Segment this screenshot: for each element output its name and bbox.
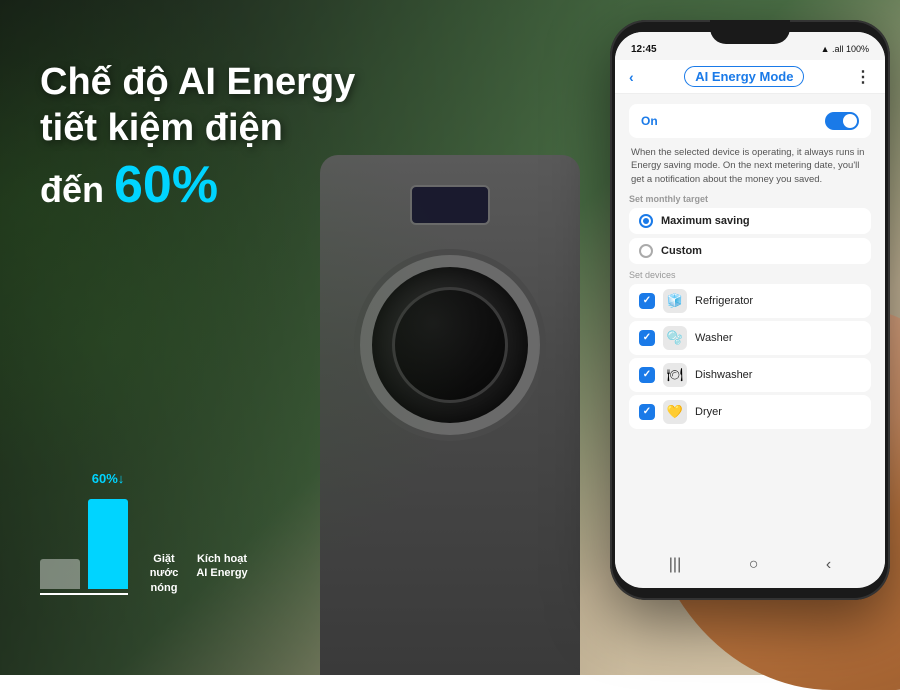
label-dishwasher: Dishwasher: [695, 369, 752, 381]
title-line1: Chế độ AI Energy: [40, 60, 355, 106]
option-max-saving[interactable]: Maximum saving: [629, 208, 871, 234]
phone-notch: [710, 20, 790, 44]
hero-text: Chế độ AI Energy tiết kiệm điện đến 60%: [40, 60, 355, 215]
phone-nav-bar: ||| ○ ‹: [615, 550, 885, 580]
bar-chart: 60%↓ Giặt nước nóng Kích hoạt AI Energy: [40, 475, 248, 595]
chart-label-1: Giặt nước nóng: [140, 552, 188, 595]
label-dryer: Dryer: [695, 406, 722, 418]
washer-screen: [410, 185, 490, 225]
menu-button[interactable]: ⋮: [855, 67, 871, 87]
nav-menu-icon[interactable]: |||: [669, 556, 681, 574]
radio-max-saving: [639, 214, 653, 228]
saving-percent: 60%: [114, 156, 218, 214]
phone-wrapper: 12:45 ▲ .all 100% ‹ AI Energy Mode ⋮ On …: [590, 20, 900, 660]
bar-label-top: 60%↓: [92, 471, 125, 486]
phone-device: 12:45 ▲ .all 100% ‹ AI Energy Mode ⋮ On …: [610, 20, 890, 600]
chart-bars: 60%↓: [40, 475, 128, 595]
chart-label-2: Kích hoạt AI Energy: [196, 552, 248, 595]
option-custom[interactable]: Custom: [629, 238, 871, 264]
nav-home-icon[interactable]: ○: [749, 556, 759, 574]
check-refrigerator: [639, 293, 655, 309]
icon-washer: 🫧: [663, 326, 687, 350]
status-icons: ▲ .all 100%: [821, 44, 869, 54]
radio-inner-filled: [643, 218, 649, 224]
device-dryer[interactable]: 💛 Dryer: [629, 395, 871, 429]
app-title: AI Energy Mode: [684, 66, 804, 87]
bar-active: 60%↓: [88, 499, 128, 589]
devices-section-label: Set devices: [629, 270, 871, 280]
back-button[interactable]: ‹: [629, 69, 634, 85]
check-dishwasher: [639, 367, 655, 383]
check-washer: [639, 330, 655, 346]
nav-back-icon[interactable]: ‹: [826, 556, 831, 574]
label-refrigerator: Refrigerator: [695, 295, 753, 307]
radio-custom: [639, 244, 653, 258]
check-dryer: [639, 404, 655, 420]
icon-refrigerator: 🧊: [663, 289, 687, 313]
toggle-row: On: [629, 104, 871, 138]
app-body: On When the selected device is operating…: [615, 94, 885, 442]
option-custom-label: Custom: [661, 245, 702, 257]
device-dishwasher[interactable]: 🍽 Dishwasher: [629, 358, 871, 392]
description-text: When the selected device is operating, i…: [629, 146, 871, 186]
device-washer[interactable]: 🫧 Washer: [629, 321, 871, 355]
icon-dishwasher: 🍽: [663, 363, 687, 387]
washing-machine: [320, 155, 580, 675]
phone-screen: 12:45 ▲ .all 100% ‹ AI Energy Mode ⋮ On …: [615, 32, 885, 588]
status-time: 12:45: [631, 44, 657, 55]
monthly-target-label: Set monthly target: [629, 194, 871, 204]
app-header: ‹ AI Energy Mode ⋮: [615, 60, 885, 94]
option-max-saving-label: Maximum saving: [661, 215, 750, 227]
toggle-switch[interactable]: [825, 112, 859, 130]
label-washer: Washer: [695, 332, 733, 344]
saving-line: đến 60%: [40, 155, 355, 215]
toggle-label: On: [641, 114, 658, 128]
title-line2: tiết kiệm điện: [40, 106, 355, 152]
device-refrigerator[interactable]: 🧊 Refrigerator: [629, 284, 871, 318]
bar-normal: [40, 559, 80, 589]
icon-dryer: 💛: [663, 400, 687, 424]
saving-prefix: đến: [40, 169, 114, 210]
washer-door: [360, 255, 540, 435]
